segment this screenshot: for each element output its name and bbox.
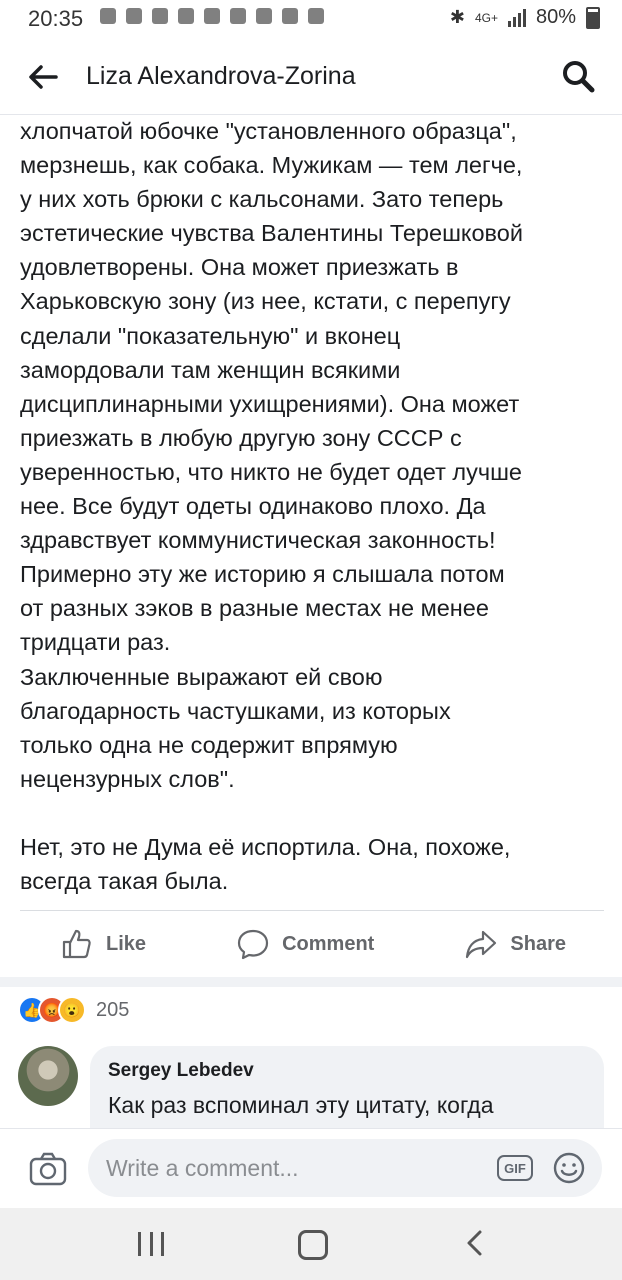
post-actions: Like Comment Share [20, 912, 604, 976]
notification-icon [282, 8, 298, 24]
recent-apps-icon[interactable] [138, 1232, 164, 1256]
comment-composer: GIF [0, 1128, 622, 1209]
notification-icon [204, 8, 220, 24]
comment-text: Как раз вспоминал эту цитату, когда [108, 1092, 494, 1118]
like-button[interactable]: Like [60, 927, 146, 961]
comment-label: Comment [282, 932, 375, 955]
camera-icon[interactable] [28, 1151, 68, 1187]
post-paragraph: хлопчатой юбочке "установленного образца… [20, 118, 523, 792]
status-time: 20:35 [28, 6, 84, 31]
reaction-count: 205 [96, 998, 130, 1021]
post-paragraph: Нет, это не Дума её испортила. Она, похо… [20, 833, 511, 894]
comment-button[interactable]: Comment [236, 927, 374, 961]
reactions-summary[interactable]: 👍 😡 😮 205 [18, 996, 129, 1024]
emoji-icon[interactable] [552, 1151, 586, 1185]
battery-icon [586, 6, 600, 29]
wow-reaction-icon: 😮 [58, 996, 86, 1024]
share-label: Share [510, 932, 566, 955]
status-bar: 20:35 ✱ 4G+ 80% [0, 0, 622, 36]
home-icon[interactable] [298, 1230, 328, 1260]
notification-icon [230, 8, 246, 24]
top-app-bar: Liza Alexandrova-Zorina [0, 36, 622, 115]
divider [20, 910, 604, 911]
notification-icon [308, 8, 324, 24]
search-icon[interactable] [560, 58, 596, 94]
notification-icon [256, 8, 272, 24]
post-text: хлопчатой юбочке "установленного образца… [20, 114, 604, 898]
share-button[interactable]: Share [464, 927, 566, 961]
gif-button[interactable]: GIF [497, 1155, 533, 1181]
battery-percent: 80% [535, 6, 576, 28]
comment-icon [237, 929, 269, 960]
thumbs-up-icon [62, 929, 91, 959]
network-type: 4G+ [474, 10, 498, 25]
like-label: Like [106, 932, 147, 955]
bluetooth-icon: ✱ [449, 7, 465, 27]
notification-icon [126, 8, 142, 24]
comment-author[interactable]: Sergey Lebedev [108, 1060, 254, 1082]
page-title: Liza Alexandrova-Zorina [86, 62, 356, 90]
signal-icon [507, 8, 526, 27]
system-nav-bar [0, 1208, 622, 1280]
nav-back-icon[interactable] [462, 1228, 488, 1258]
notification-icon [100, 8, 116, 24]
share-icon [466, 930, 497, 959]
notification-icons [100, 8, 324, 24]
notification-icon [152, 8, 168, 24]
section-separator [0, 977, 622, 987]
notification-icon [178, 8, 194, 24]
avatar[interactable] [18, 1046, 78, 1106]
status-right: ✱ 4G+ 80% [450, 6, 600, 29]
arrow-left-icon[interactable] [26, 60, 60, 94]
